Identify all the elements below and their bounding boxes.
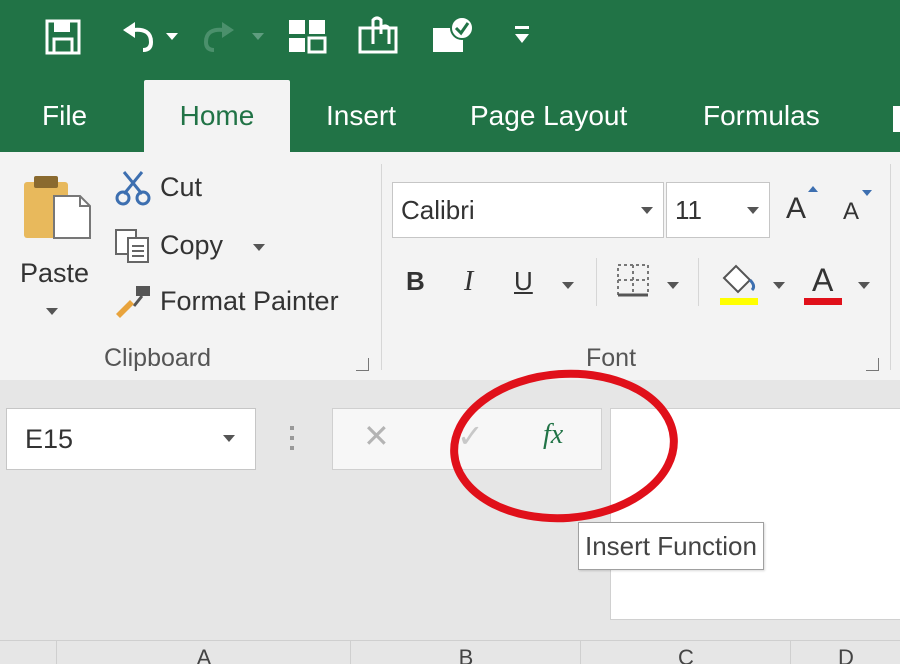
formula-bar-grip[interactable]	[290, 426, 294, 452]
quick-access-toolbar	[0, 0, 900, 80]
column-header-c[interactable]: C	[580, 641, 791, 664]
underline-button[interactable]: U	[514, 266, 533, 297]
ribbon: Paste Cut Copy Format Painter Clipboard …	[0, 152, 900, 381]
clipboard-group-label: Clipboard	[104, 344, 212, 372]
font-color-button[interactable]: A	[812, 262, 833, 299]
save-icon[interactable]	[44, 18, 82, 56]
italic-button[interactable]: I	[464, 266, 473, 298]
font-size-dropdown-icon[interactable]	[747, 207, 759, 214]
underline-dropdown-icon[interactable]	[562, 282, 574, 289]
column-header-a[interactable]: A	[56, 641, 351, 664]
column-header-d[interactable]: D	[790, 641, 900, 664]
format-painter-button[interactable]: Format Painter	[160, 286, 339, 317]
insert-function-tooltip: Insert Function	[578, 522, 764, 570]
cancel-icon[interactable]: ✕	[363, 417, 390, 455]
tab-page-layout[interactable]: Page Layout	[470, 80, 627, 152]
borders-dropdown-icon[interactable]	[667, 282, 679, 289]
fill-color-dropdown-icon[interactable]	[773, 282, 785, 289]
tab-insert[interactable]: Insert	[326, 80, 396, 152]
redo-icon	[200, 16, 242, 56]
format-painter-icon	[114, 282, 154, 322]
name-box[interactable]: E15	[6, 408, 256, 470]
copy-button[interactable]: Copy	[160, 230, 223, 261]
clipboard-launcher-icon[interactable]	[356, 358, 369, 371]
group-separator	[381, 164, 382, 370]
fill-color-icon[interactable]	[716, 258, 762, 306]
paste-icon[interactable]	[20, 172, 96, 242]
increase-font-size-button[interactable]: A	[786, 192, 806, 226]
tab-formulas[interactable]: Formulas	[703, 80, 820, 152]
redo-dropdown-icon	[252, 33, 264, 40]
undo-icon[interactable]	[115, 16, 157, 56]
decrease-font-size-button[interactable]: A	[843, 198, 859, 226]
ribbon-tab-bar: File Home Insert Page Layout Formulas	[0, 80, 900, 152]
borders-icon[interactable]	[615, 262, 651, 298]
copy-icon	[114, 226, 152, 264]
tab-overflow	[893, 106, 900, 132]
column-headers: A B C D	[0, 640, 900, 664]
column-header-b[interactable]: B	[350, 641, 581, 664]
annotation-circle	[450, 369, 678, 523]
font-name-dropdown-icon[interactable]	[641, 207, 653, 214]
tab-file[interactable]: File	[42, 80, 87, 152]
name-box-value: E15	[25, 424, 74, 454]
group-separator	[890, 164, 891, 370]
paste-button[interactable]: Paste	[20, 258, 89, 289]
scissors-icon	[114, 168, 152, 206]
font-name-value: Calibri	[401, 195, 475, 225]
font-separator	[698, 258, 699, 306]
tab-home[interactable]: Home	[144, 80, 290, 152]
decrease-arrow-icon	[862, 190, 872, 196]
font-launcher-icon[interactable]	[866, 358, 879, 371]
layout-icon[interactable]	[287, 18, 327, 54]
cut-button[interactable]: Cut	[160, 172, 202, 203]
name-box-dropdown-icon[interactable]	[223, 435, 235, 442]
paste-dropdown-icon[interactable]	[46, 308, 58, 315]
copy-dropdown-icon[interactable]	[253, 244, 265, 251]
font-size-value: 11	[675, 195, 702, 225]
undo-dropdown-icon[interactable]	[166, 33, 178, 40]
font-name-combo[interactable]: Calibri	[392, 182, 664, 238]
font-separator	[596, 258, 597, 306]
bold-button[interactable]: B	[406, 266, 425, 297]
touch-mode-icon[interactable]	[357, 14, 401, 58]
font-size-combo[interactable]: 11	[666, 182, 770, 238]
customize-icon[interactable]	[513, 24, 531, 46]
approve-icon[interactable]	[430, 14, 476, 58]
increase-arrow-icon	[808, 186, 818, 192]
font-color-dropdown-icon[interactable]	[858, 282, 870, 289]
font-color-bar	[804, 298, 842, 305]
